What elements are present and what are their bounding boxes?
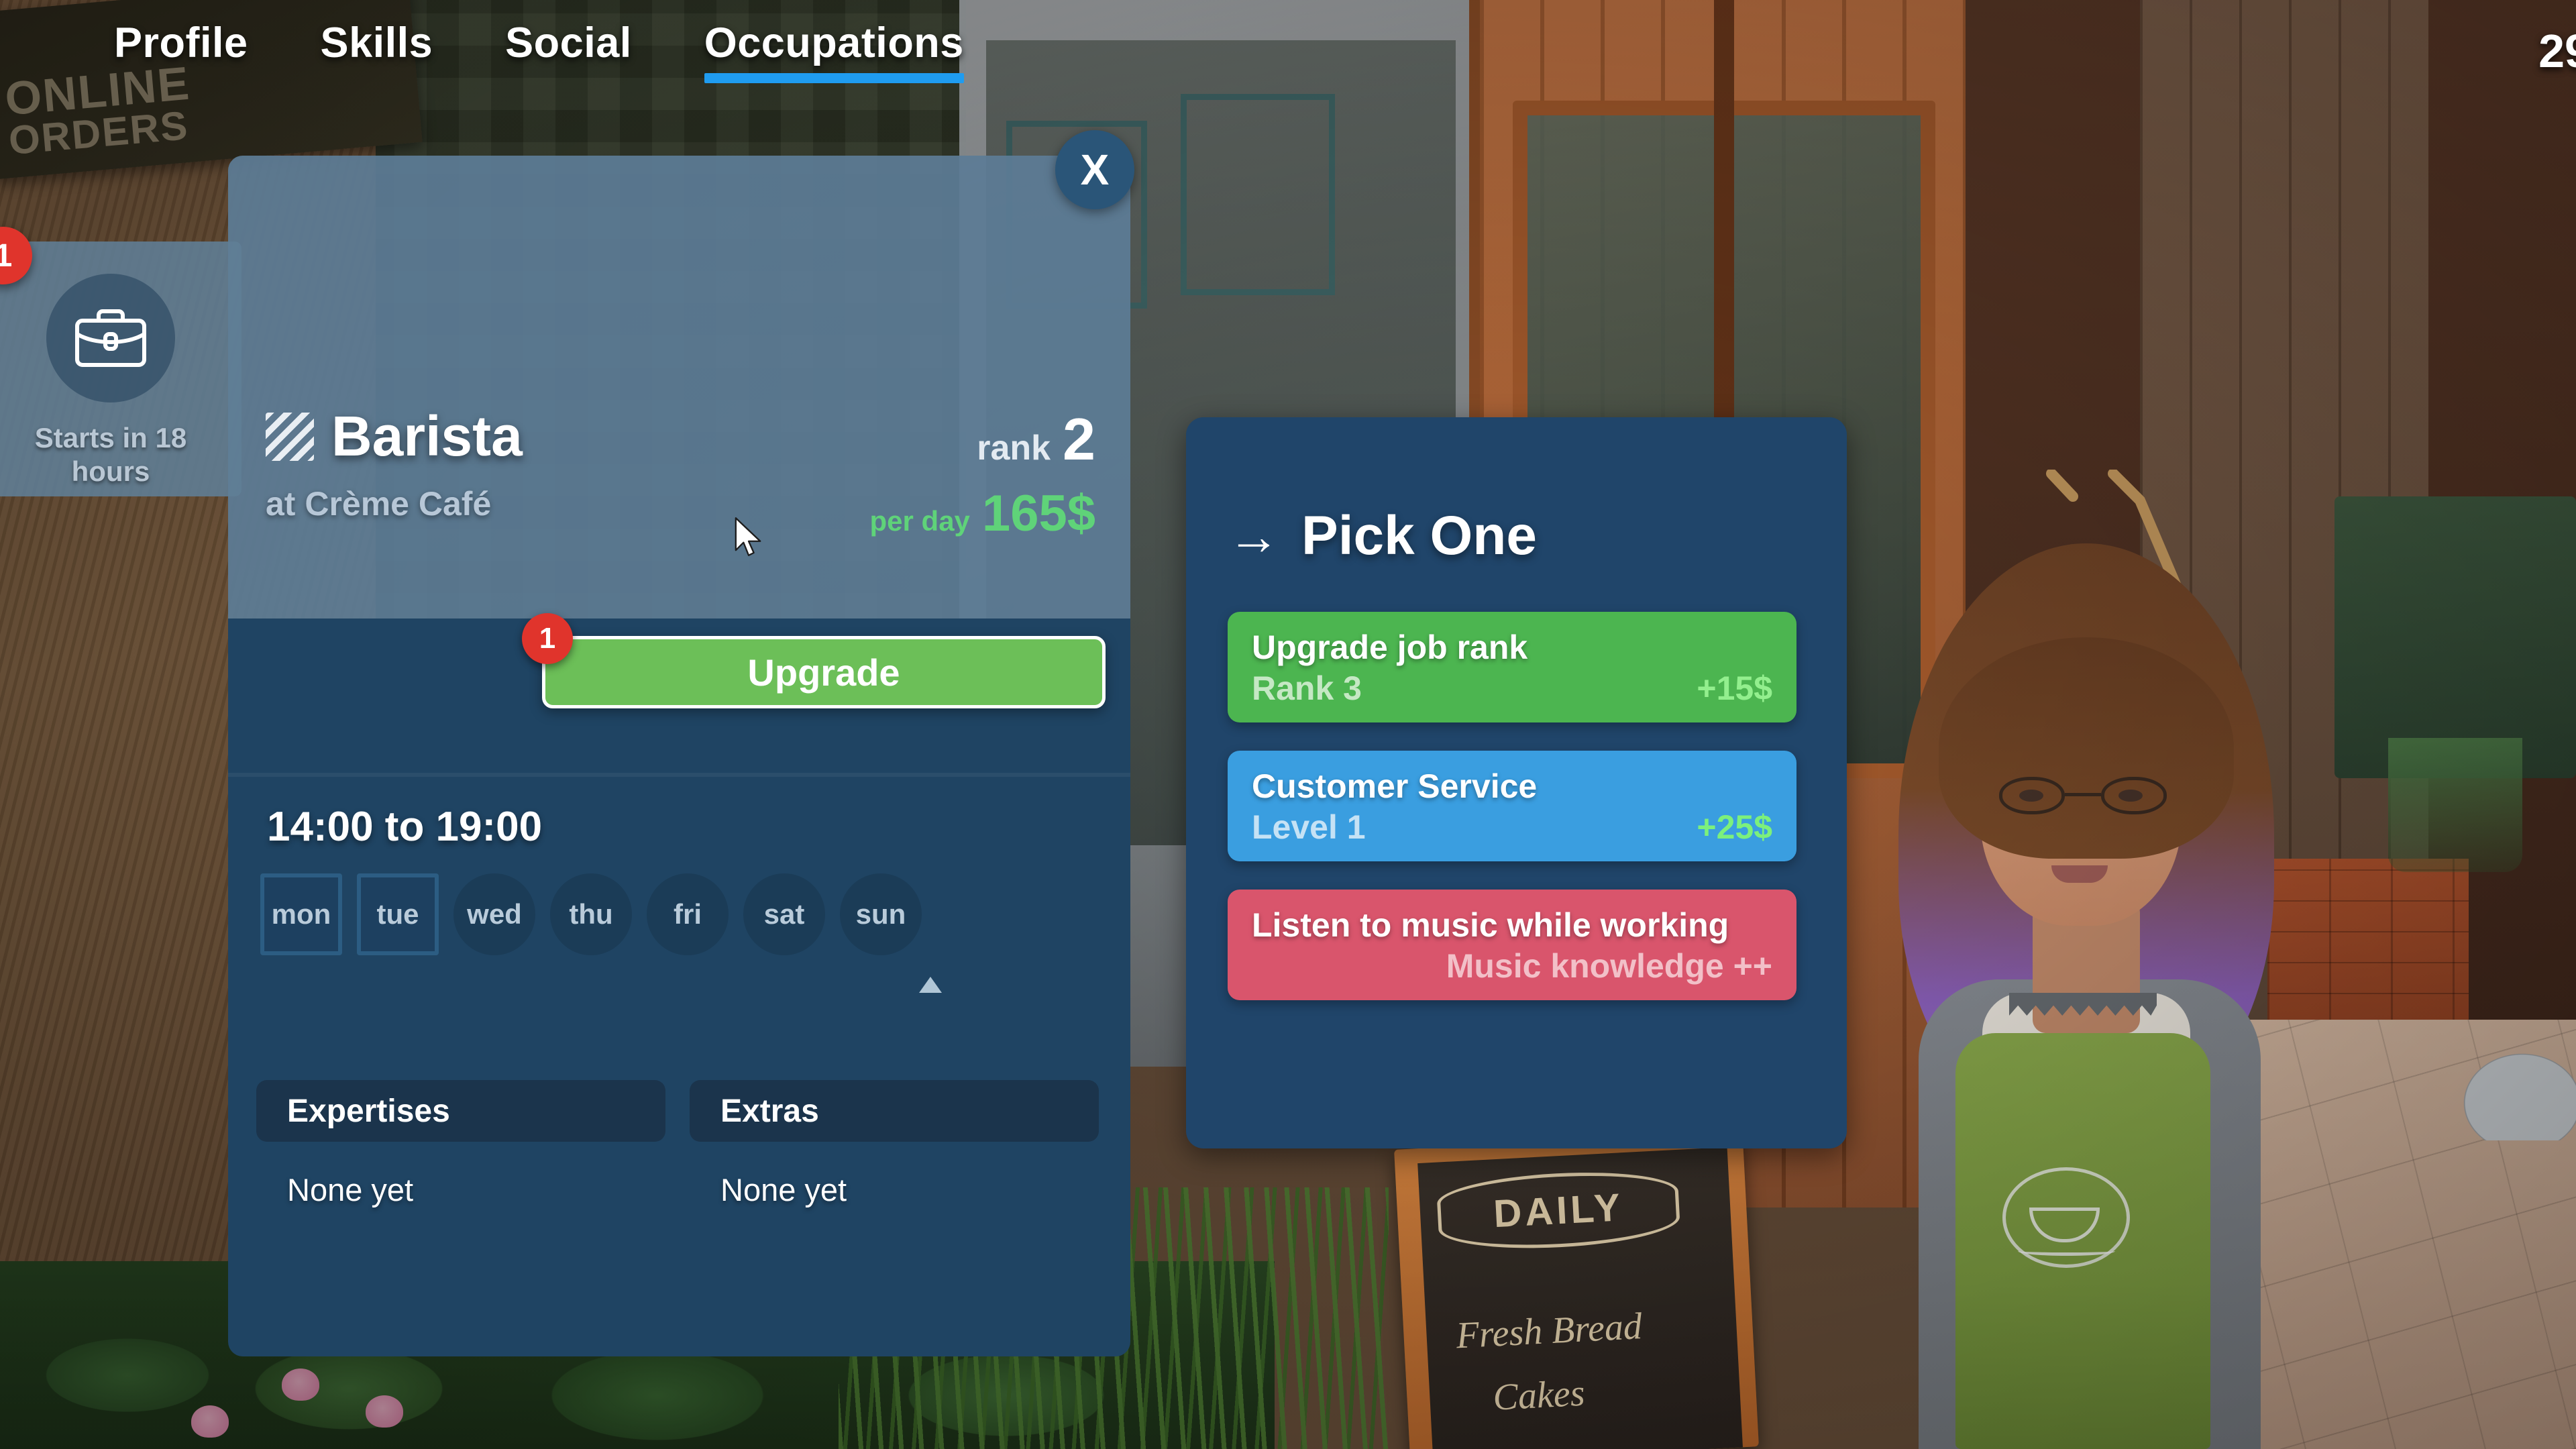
option-title: Customer Service xyxy=(1252,767,1538,805)
skills-lists: Expertises None yet Extras None yet xyxy=(256,1080,1099,1208)
job-title-row: Barista xyxy=(266,404,523,469)
option-value: +25$ xyxy=(1697,808,1772,846)
option-listen-to-music[interactable]: Listen to music while working Music know… xyxy=(1228,890,1796,1000)
option-title: Listen to music while working xyxy=(1252,906,1729,944)
pay-row: per day 165$ xyxy=(870,484,1095,543)
pick-one-header: → Pick One xyxy=(1228,504,1537,568)
job-title: Barista xyxy=(331,405,523,468)
extras-column: Extras None yet xyxy=(690,1080,1099,1208)
day-toggle-thu[interactable]: thu xyxy=(550,873,632,955)
tab-profile[interactable]: Profile xyxy=(114,19,248,83)
day-toggle-sat[interactable]: sat xyxy=(743,873,825,955)
game-clock: 29 xyxy=(2538,25,2576,77)
option-title: Upgrade job rank xyxy=(1252,629,1528,666)
pick-one-options: Upgrade job rank Rank 3 +15$ Customer Se… xyxy=(1228,612,1796,1000)
job-status-widget[interactable]: 1 Starts in 18 hours xyxy=(0,227,241,496)
rank-row: rank 2 xyxy=(977,405,1095,474)
pick-one-panel: → Pick One Upgrade job rank Rank 3 +15$ … xyxy=(1186,417,1847,1148)
extras-value: None yet xyxy=(720,1172,847,1208)
upgrade-button-wrapper: 1 Upgrade xyxy=(522,613,1106,708)
job-status-label: Starts in 18 hours xyxy=(34,422,187,487)
option-upgrade-job-rank[interactable]: Upgrade job rank Rank 3 +15$ xyxy=(1228,612,1796,722)
rank-label: rank xyxy=(977,429,1051,468)
day-toggle-wed[interactable]: wed xyxy=(453,873,535,955)
day-toggle-mon[interactable]: mon xyxy=(260,873,342,955)
option-value: +15$ xyxy=(1697,669,1772,707)
expertises-column: Expertises None yet xyxy=(256,1080,665,1208)
panel-body xyxy=(228,619,1130,1356)
work-days-row: mon tue wed thu fri sat sun xyxy=(260,873,922,955)
day-toggle-tue[interactable]: tue xyxy=(357,873,439,955)
arrow-right-icon: → xyxy=(1228,506,1280,566)
upgrade-notification-badge: 1 xyxy=(522,613,573,664)
panel-divider xyxy=(228,773,1130,777)
tab-social[interactable]: Social xyxy=(505,19,632,83)
job-employer: at Crème Café xyxy=(266,485,492,523)
option-customer-service[interactable]: Customer Service Level 1 +25$ xyxy=(1228,751,1796,861)
pick-one-title: Pick One xyxy=(1301,505,1537,566)
hatch-pattern-icon xyxy=(266,412,314,461)
day-toggle-fri[interactable]: fri xyxy=(647,873,729,955)
tab-occupations[interactable]: Occupations xyxy=(704,19,964,83)
upgrade-button[interactable]: Upgrade xyxy=(542,636,1106,708)
occupation-detail-panel: X Barista at Crème Café rank 2 per day 1… xyxy=(228,130,1134,1356)
work-hours: 14:00 to 19:00 xyxy=(267,804,543,850)
tab-skills[interactable]: Skills xyxy=(321,19,433,83)
pay-label: per day xyxy=(869,505,970,537)
day-toggle-sun[interactable]: sun xyxy=(840,873,922,955)
rank-value: 2 xyxy=(1063,406,1095,472)
pay-value: 165$ xyxy=(981,485,1095,542)
extras-header: Extras xyxy=(690,1080,1099,1142)
panel-header xyxy=(228,156,1130,619)
option-value: Music knowledge ++ xyxy=(1446,947,1772,985)
option-subtitle: Rank 3 xyxy=(1252,669,1362,707)
option-subtitle: Level 1 xyxy=(1252,808,1366,846)
top-navigation: Profile Skills Social Occupations 29 xyxy=(0,0,2576,124)
expertises-header: Expertises xyxy=(256,1080,665,1142)
current-day-marker-icon xyxy=(919,977,942,993)
close-button[interactable]: X xyxy=(1055,130,1134,209)
briefcase-icon xyxy=(46,274,175,402)
expertises-value: None yet xyxy=(287,1172,414,1208)
